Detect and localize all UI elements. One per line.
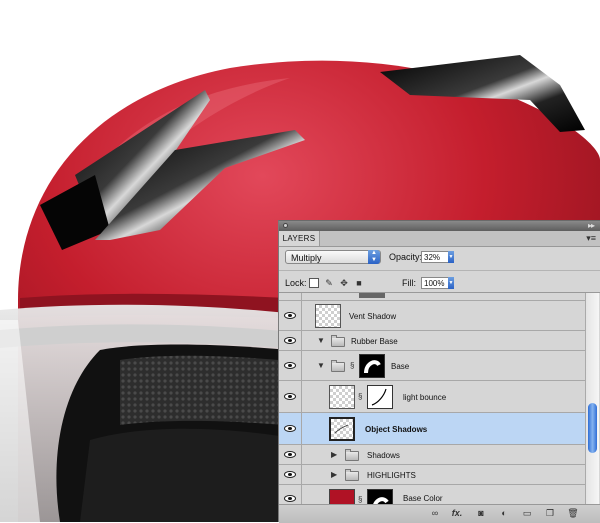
layer-row-base-color[interactable]: § Base Color (279, 485, 585, 504)
link-icon: § (358, 495, 363, 504)
eye-cell (279, 301, 302, 330)
layer-row-object-shadows[interactable]: Object Shadows (279, 413, 585, 445)
visibility-eye-icon[interactable] (284, 312, 296, 319)
opacity-field[interactable]: 32% (421, 251, 449, 263)
eye-cell (279, 485, 302, 504)
tab-layers[interactable]: LAYERS (279, 231, 320, 246)
disclosure-open-icon[interactable]: ▼ (317, 336, 325, 345)
visibility-eye-icon[interactable] (284, 393, 296, 400)
fill-label: Fill: (402, 278, 416, 288)
panel-menu-icon[interactable]: ▾≡ (586, 233, 596, 244)
eye-cell (279, 351, 302, 380)
lock-all-icon[interactable]: ■ (354, 278, 364, 288)
panel-titlebar: ▸▸ (279, 221, 600, 231)
layer-row-base[interactable]: ▼ § Base (279, 351, 585, 381)
layer-name: HIGHLIGHTS (367, 471, 416, 480)
link-icon: § (358, 392, 363, 401)
opacity-dropdown-icon[interactable]: ▼ (448, 251, 454, 263)
fill-field[interactable]: 100% (421, 277, 449, 289)
folder-icon (345, 469, 359, 481)
layer-row-shadows[interactable]: ▶ Shadows (279, 445, 585, 465)
collapse-icon[interactable]: ▸▸ (588, 221, 595, 230)
layer-name: Vent Shadow (349, 312, 397, 321)
lock-label: Lock: (285, 278, 307, 288)
layer-name: Base (391, 362, 410, 371)
folder-icon (331, 335, 345, 347)
trash-icon[interactable]: 🗑 (567, 508, 579, 519)
layer-name: Object Shadows (365, 425, 428, 434)
eye-cell (279, 381, 302, 412)
fill-dropdown-icon[interactable]: ▼ (448, 277, 454, 289)
layer-row-highlights[interactable]: ▶ HIGHLIGHTS (279, 465, 585, 485)
layer-name: Rubber Base (351, 337, 398, 346)
add-mask-icon[interactable]: ◙ (475, 508, 487, 519)
visibility-eye-icon[interactable] (284, 425, 296, 432)
eye-cell (279, 293, 302, 300)
visibility-eye-icon[interactable] (284, 362, 296, 369)
panel-bottom-bar: ∞ fx. ◙ ◐ ▭ ❐ 🗑 (279, 504, 600, 523)
select-arrows-icon: ▲ ▼ (368, 250, 380, 264)
scrollbar-thumb[interactable] (588, 403, 597, 453)
disclosure-closed-icon[interactable]: ▶ (331, 470, 337, 479)
blend-mode-value: Multiply (291, 253, 322, 263)
visibility-eye-icon[interactable] (284, 495, 296, 502)
visibility-eye-icon[interactable] (284, 451, 296, 458)
lock-move-icon[interactable]: ✥ (339, 278, 349, 288)
close-icon[interactable] (283, 223, 288, 228)
layer-row-partial[interactable] (279, 293, 585, 301)
new-group-icon[interactable]: ▭ (521, 508, 533, 519)
layer-thumbnail (315, 304, 341, 328)
layer-mask-thumbnail (367, 385, 393, 409)
panel-tabs: LAYERS ▾≡ (279, 231, 600, 247)
eye-cell (279, 445, 302, 464)
new-layer-icon[interactable]: ❐ (544, 508, 556, 519)
divider (279, 270, 600, 271)
layers-list: Vent Shadow ▼ Rubber Base ▼ § Base § lig… (279, 293, 585, 504)
visibility-eye-icon[interactable] (284, 471, 296, 478)
lock-brush-icon[interactable]: ✎ (324, 278, 334, 288)
layer-row-rubber-base[interactable]: ▼ Rubber Base (279, 331, 585, 351)
adjustment-layer-icon[interactable]: ◐ (498, 508, 510, 519)
layers-panel: ▸▸ LAYERS ▾≡ Multiply ▲ ▼ Opacity: 32% ▼ … (278, 220, 600, 523)
eye-cell (279, 465, 302, 484)
layer-row-vent-shadow[interactable]: Vent Shadow (279, 301, 585, 331)
layer-name: Shadows (367, 451, 400, 460)
layer-name: light bounce (403, 393, 447, 402)
link-layers-icon[interactable]: ∞ (429, 508, 441, 519)
layer-thumbnail (329, 385, 355, 409)
fx-icon[interactable]: fx. (451, 508, 463, 519)
visibility-eye-icon[interactable] (284, 337, 296, 344)
disclosure-closed-icon[interactable]: ▶ (331, 450, 337, 459)
opacity-label: Opacity: (389, 252, 423, 262)
layer-name: Base Color (403, 494, 443, 503)
disclosure-open-icon[interactable]: ▼ (317, 361, 325, 370)
layer-thumbnail (329, 489, 355, 504)
folder-icon (331, 360, 345, 372)
layer-thumbnail (329, 417, 355, 441)
layer-thumbnail (359, 293, 385, 298)
layers-scrollbar[interactable] (585, 293, 599, 504)
eye-cell (279, 413, 302, 444)
folder-icon (345, 449, 359, 461)
link-icon: § (350, 361, 355, 370)
layer-row-light-bounce[interactable]: § light bounce (279, 381, 585, 413)
layer-mask-thumbnail (367, 489, 393, 504)
eye-cell (279, 331, 302, 350)
layer-mask-thumbnail (359, 354, 385, 378)
lock-transparency-icon[interactable] (309, 278, 319, 288)
blend-mode-select[interactable]: Multiply ▲ ▼ (285, 250, 381, 264)
